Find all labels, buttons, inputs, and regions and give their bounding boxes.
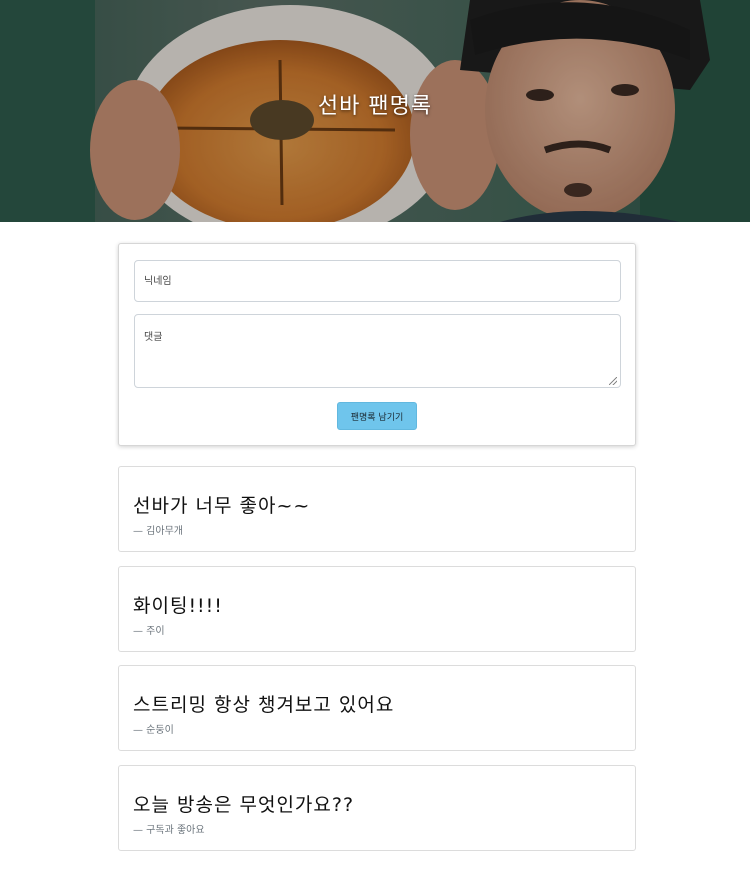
comment-text: 오늘 방송은 무엇인가요?? [133,794,355,816]
comment-card: 오늘 방송은 무엇인가요?? — 구독과 좋아요 [118,765,636,851]
guestbook-form: 팬명록 남기기 [118,243,636,446]
resize-handle-icon[interactable] [609,377,617,385]
comment-author: — 김아무개 [133,526,183,537]
comment-card: 화이팅!!!! — 주이 [118,566,636,652]
comment-text: 화이팅!!!! [133,595,223,617]
submit-button[interactable]: 팬명록 남기기 [337,402,417,430]
hero-banner: 선바 팬명록 [0,0,750,222]
comment-author: — 구독과 좋아요 [133,825,205,836]
comment-card: 선바가 너무 좋아~~ — 김아무개 [118,466,636,552]
comment-author: — 주이 [133,626,165,637]
comment-card: 스트리밍 항상 챙겨보고 있어요 — 순둥이 [118,665,636,751]
page-title: 선바 팬명록 [317,94,433,119]
comment-text: 스트리밍 항상 챙겨보고 있어요 [133,694,395,716]
nickname-input[interactable] [134,260,621,302]
comment-author: — 순둥이 [133,725,174,736]
comment-textarea[interactable] [134,314,621,388]
comment-text: 선바가 너무 좋아~~ [133,495,311,517]
